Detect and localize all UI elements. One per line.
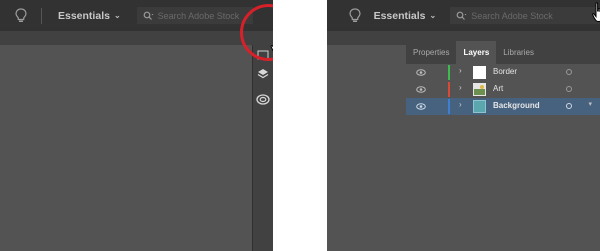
stock-search-field[interactable]: Search Adobe Stock — [450, 7, 600, 24]
layers-panel: Properties Layers Libraries › Border › A… — [406, 31, 600, 251]
document-canvas[interactable] — [0, 31, 273, 251]
hand-pointer-icon — [592, 2, 600, 22]
target-circle-icon[interactable] — [566, 69, 572, 75]
search-placeholder: Search Adobe Stock — [471, 10, 553, 21]
chevron-down-icon: ⌄ — [113, 11, 121, 20]
lightbulb-icon[interactable] — [349, 7, 362, 25]
layer-color-swatch — [448, 65, 450, 80]
workspace-label: Essentials — [373, 9, 426, 22]
document-tab-bar — [0, 31, 273, 45]
layer-color-swatch — [448, 99, 450, 114]
workspace-switcher[interactable]: Essentials ⌄ — [58, 10, 121, 22]
expand-arrow-icon[interactable]: › — [459, 66, 462, 75]
application-bar: Essentials ⌄ Search Adobe Stock — [0, 0, 273, 31]
creative-cloud-libraries-icon[interactable] — [253, 91, 273, 107]
layer-name: Border — [493, 67, 518, 76]
right-screenshot: Essentials ⌄ Search Adobe Stock Properti… — [327, 0, 600, 251]
layer-row-selected[interactable]: › Background ▾ — [406, 98, 600, 115]
layer-name: Art — [493, 84, 504, 93]
visibility-eye-icon[interactable] — [416, 102, 426, 111]
visibility-eye-icon[interactable] — [416, 68, 426, 77]
tab-layers[interactable]: Layers — [456, 41, 497, 64]
workspace-label: Essentials — [58, 9, 110, 22]
chevron-down-icon: ⌄ — [429, 11, 437, 20]
layer-row[interactable]: › Border — [406, 64, 600, 81]
search-icon — [456, 11, 467, 20]
tab-libraries[interactable]: Libraries — [496, 41, 541, 64]
panel-tabs: Properties Layers Libraries — [406, 41, 600, 64]
stock-search-field[interactable]: Search Adobe Stock — [136, 7, 253, 24]
tab-properties[interactable]: Properties — [406, 41, 456, 64]
left-screenshot: Essentials ⌄ Search Adobe Stock — [0, 0, 273, 251]
panel-grip-bar[interactable] — [406, 31, 600, 41]
separator — [41, 7, 42, 24]
visibility-eye-icon[interactable] — [416, 85, 426, 94]
layer-color-swatch — [448, 82, 450, 97]
layer-thumbnail — [473, 66, 486, 79]
expand-arrow-icon[interactable]: › — [459, 100, 462, 109]
layer-thumbnail — [473, 100, 486, 113]
selection-indicator-icon: ▾ — [588, 101, 592, 108]
search-placeholder: Search Adobe Stock — [157, 10, 240, 21]
layers-icon[interactable] — [253, 66, 273, 82]
workspace-switcher[interactable]: Essentials ⌄ — [374, 10, 437, 22]
layer-thumbnail — [473, 83, 486, 96]
target-circle-icon[interactable] — [566, 103, 572, 109]
search-icon — [143, 11, 154, 20]
layer-name: Background — [493, 101, 540, 110]
layer-row[interactable]: › Art — [406, 81, 600, 98]
layers-list: › Border › Art › Background ▾ — [406, 64, 600, 115]
hand-pointer-icon — [270, 45, 273, 52]
expand-arrow-icon[interactable]: › — [459, 83, 462, 92]
collapsed-panel-strip — [252, 45, 273, 251]
lightbulb-icon[interactable] — [14, 7, 28, 25]
target-circle-icon[interactable] — [566, 86, 572, 92]
application-bar: Essentials ⌄ Search Adobe Stock — [327, 0, 600, 31]
document-tab-bar — [327, 31, 406, 45]
